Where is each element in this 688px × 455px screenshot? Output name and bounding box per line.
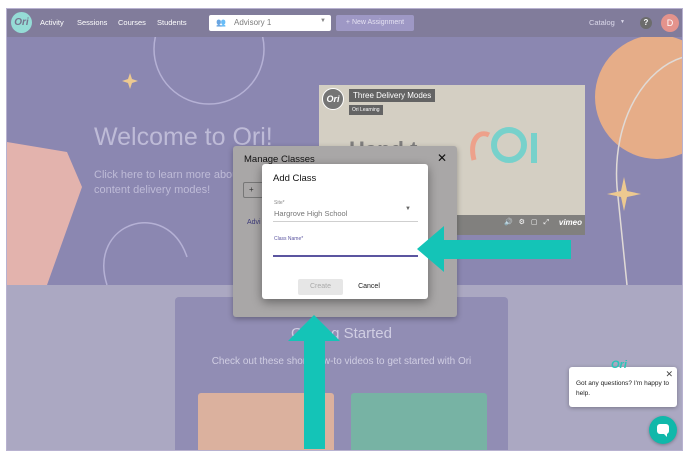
app-window: Ori Activity Sessions Courses Students 👥… — [6, 8, 683, 451]
site-field-label: Site* — [274, 200, 285, 206]
chat-ori-logo: Ori — [611, 359, 627, 371]
class-list-item[interactable]: Advi — [247, 219, 261, 226]
class-name-label: Class Name* — [274, 236, 304, 242]
chevron-down-icon[interactable]: ▼ — [405, 206, 411, 212]
class-name-input[interactable] — [273, 255, 418, 257]
cancel-button[interactable]: Cancel — [351, 279, 387, 295]
add-class-dialog: Add Class Site* Hargrove High School ▼ C… — [262, 164, 428, 299]
chat-message: Got any questions? I'm happy to help. — [576, 380, 670, 397]
close-icon[interactable]: ✕ — [437, 151, 447, 165]
chat-launcher-button[interactable] — [649, 416, 677, 444]
chat-bubble-icon — [657, 424, 669, 437]
site-select[interactable]: Hargrove High School — [274, 209, 347, 218]
site-field-underline — [273, 221, 418, 222]
create-button[interactable]: Create — [298, 279, 343, 295]
chat-popup[interactable]: ✕ Got any questions? I'm happy to help. — [569, 367, 677, 407]
add-class-title: Add Class — [273, 173, 317, 184]
